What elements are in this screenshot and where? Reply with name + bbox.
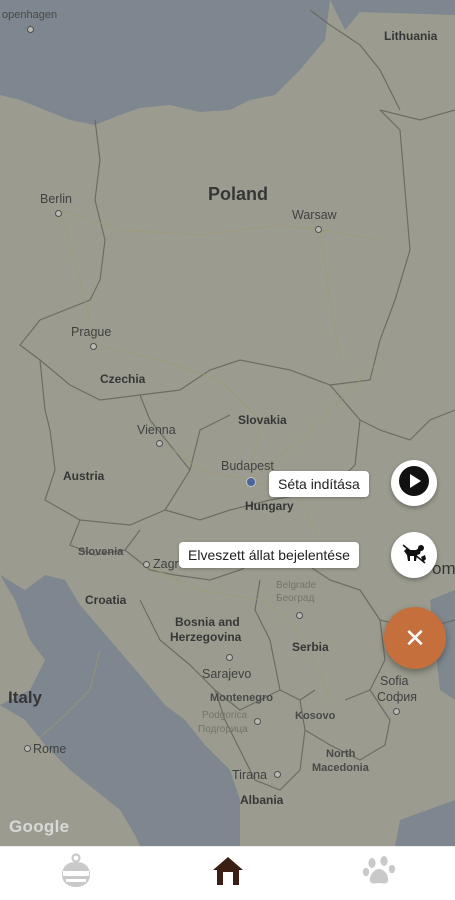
map-scrim-overlay[interactable] <box>0 0 455 846</box>
start-walk-button[interactable] <box>391 460 437 506</box>
report-lost-pet-label[interactable]: Elveszett állat bejelentése <box>179 542 359 568</box>
google-logo: Google <box>9 817 70 836</box>
nav-item-home[interactable] <box>152 847 304 900</box>
bottom-navigation <box>0 846 455 900</box>
paw-icon <box>362 855 396 892</box>
close-icon: ✕ <box>404 622 426 653</box>
home-icon <box>211 854 245 893</box>
app-screen: openhagen Lithuania Poland Berlin Warsaw… <box>0 0 455 900</box>
close-speed-dial-button[interactable]: ✕ <box>384 607 446 669</box>
pet-tag-icon <box>59 853 93 894</box>
start-walk-label[interactable]: Séta indítása <box>269 471 369 497</box>
lost-dog-icon <box>401 542 427 569</box>
map-view[interactable]: openhagen Lithuania Poland Berlin Warsaw… <box>0 0 455 846</box>
nav-item-pets[interactable] <box>303 847 455 900</box>
nav-item-pet-tag[interactable] <box>0 847 152 900</box>
play-icon <box>398 465 430 502</box>
report-lost-pet-button[interactable] <box>391 532 437 578</box>
